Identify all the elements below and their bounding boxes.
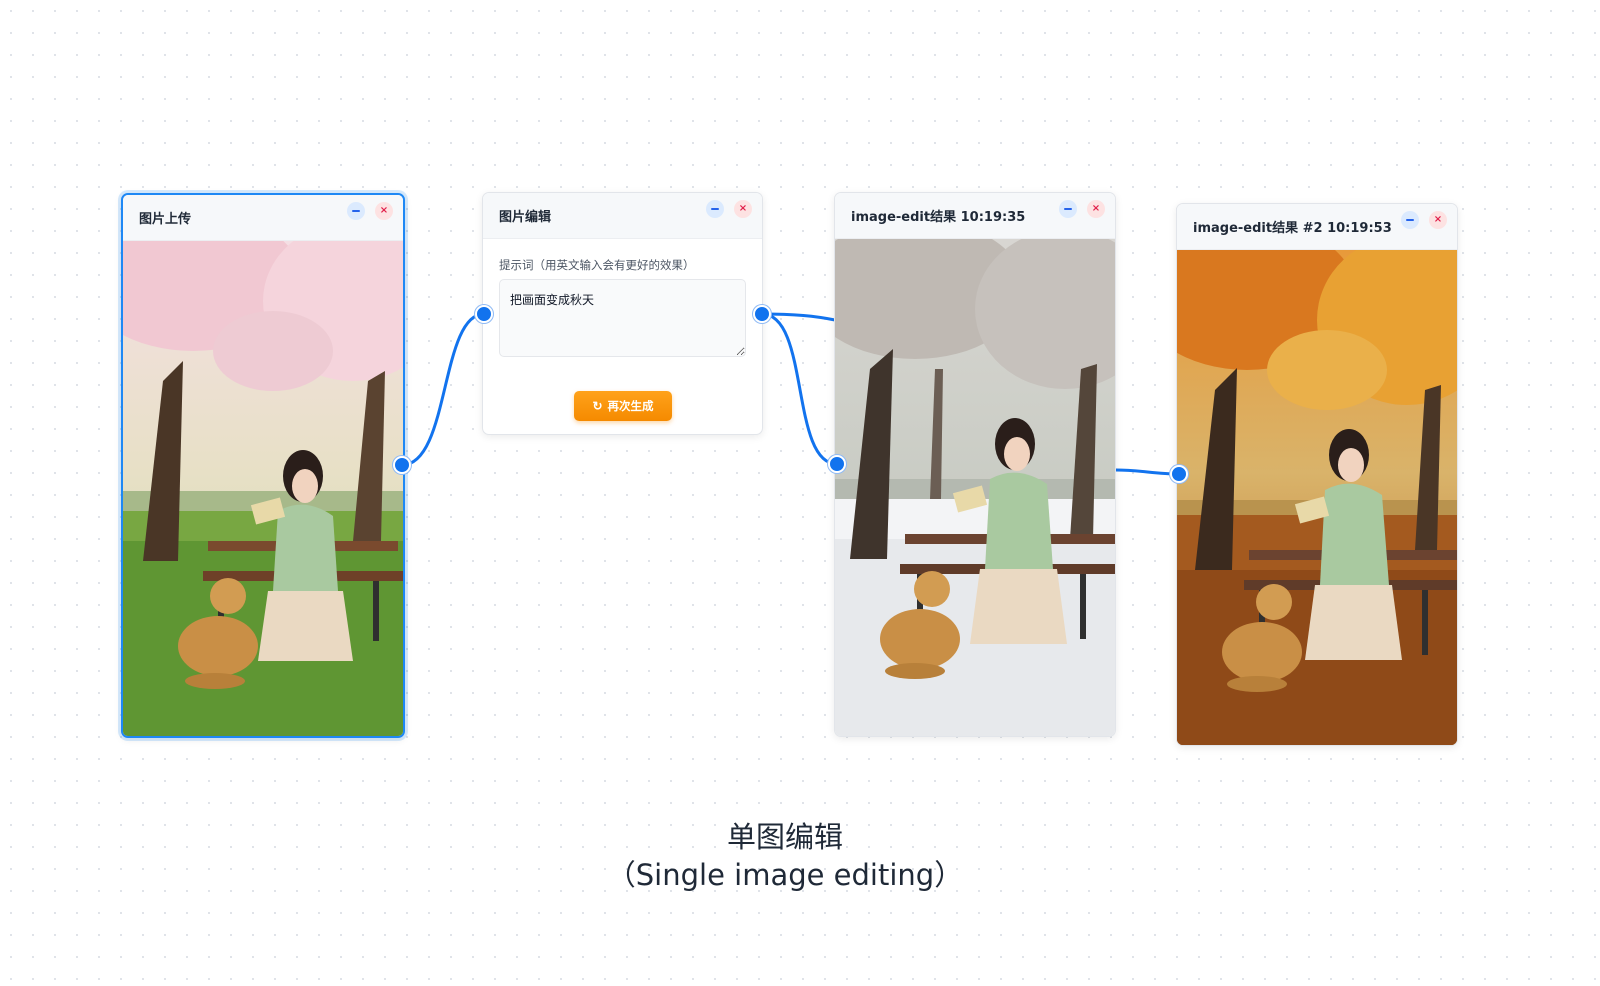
- node-image-upload[interactable]: 图片上传 ×: [121, 193, 405, 738]
- regenerate-button[interactable]: ↻ 再次生成: [574, 391, 672, 421]
- prompt-label: 提示词（用英文输入会有更好的效果）: [499, 258, 695, 272]
- node-header[interactable]: image-edit结果 #2 10:19:53 ×: [1177, 204, 1457, 250]
- minimize-icon[interactable]: [1059, 200, 1077, 218]
- edit-output-port[interactable]: [753, 305, 771, 323]
- close-icon[interactable]: ×: [734, 200, 752, 218]
- edit-input-port[interactable]: [475, 305, 493, 323]
- close-icon[interactable]: ×: [375, 202, 393, 220]
- node-title: 图片上传: [139, 212, 192, 227]
- minimize-icon[interactable]: [1401, 211, 1419, 229]
- uploaded-image[interactable]: [123, 241, 403, 736]
- node-header[interactable]: 图片编辑 ×: [483, 193, 762, 239]
- result-image-autumn[interactable]: [1177, 250, 1457, 745]
- refresh-icon: ↻: [592, 399, 603, 413]
- minimize-icon[interactable]: [706, 200, 724, 218]
- prompt-textarea[interactable]: 把画面变成秋天: [499, 279, 746, 357]
- close-icon[interactable]: ×: [1087, 200, 1105, 218]
- node-title: image-edit结果 10:19:35: [851, 210, 1026, 225]
- node-image-edit[interactable]: 图片编辑 × 提示词（用英文输入会有更好的效果） 把画面变成秋天 ↻ 再次生成: [482, 192, 763, 435]
- close-icon[interactable]: ×: [1429, 211, 1447, 229]
- node-title: 图片编辑: [499, 210, 552, 225]
- regenerate-label: 再次生成: [607, 401, 654, 413]
- node-title: image-edit结果 #2 10:19:53: [1193, 221, 1392, 236]
- node-header[interactable]: 图片上传 ×: [123, 195, 403, 241]
- result2-input-port[interactable]: [1170, 465, 1188, 483]
- result1-input-port[interactable]: [828, 455, 846, 473]
- node-header[interactable]: image-edit结果 10:19:35 ×: [835, 193, 1115, 239]
- caption-title: 单图编辑: [726, 820, 843, 854]
- result-image-winter[interactable]: [835, 239, 1115, 736]
- wire-upload-to-edit[interactable]: [401, 312, 485, 467]
- wire-edit-to-result1[interactable]: [761, 312, 838, 466]
- node-edit-result-1[interactable]: image-edit结果 10:19:35 ×: [834, 192, 1116, 737]
- minimize-icon[interactable]: [347, 202, 365, 220]
- upload-output-port[interactable]: [393, 456, 411, 474]
- node-edit-result-2[interactable]: image-edit结果 #2 10:19:53 ×: [1176, 203, 1458, 746]
- caption-subtitle: （Single image editing）: [606, 858, 964, 892]
